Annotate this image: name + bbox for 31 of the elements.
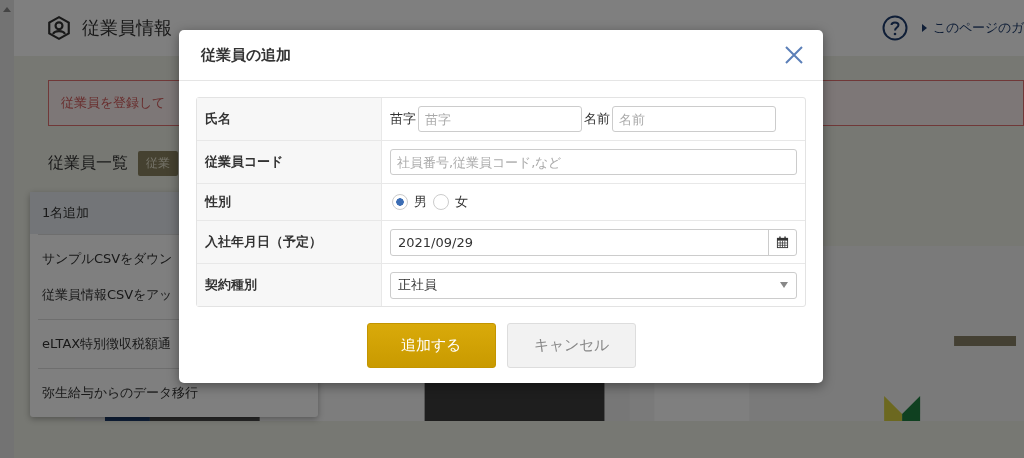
calendar-icon[interactable] [776, 235, 789, 249]
radio-label[interactable]: 女 [455, 193, 468, 211]
field-label: 性別 [197, 184, 382, 220]
caret-icon [922, 24, 927, 32]
alert-text: 従業員を登録して [61, 94, 165, 112]
page-title: 従業員情報 [82, 16, 172, 40]
dropdown-arrow-icon [780, 282, 788, 288]
field-label: 氏名 [197, 98, 382, 140]
text-field[interactable]: 社員番号,従業員コード,など [390, 149, 797, 175]
help-icon[interactable] [882, 15, 908, 41]
cancel-button[interactable]: キャンセル [506, 323, 636, 368]
person-icon [46, 15, 72, 41]
add-button[interactable]: 追加する [366, 323, 496, 368]
date-field[interactable]: 2021/09/29 [390, 228, 797, 256]
radio-button[interactable] [433, 194, 449, 210]
text-field[interactable]: 苗字 [418, 106, 582, 132]
scroll-up-icon[interactable] [3, 7, 11, 12]
radio-button[interactable] [392, 194, 408, 210]
dialog-title: 従業員の追加 [201, 45, 291, 65]
list-heading: 従業員一覧 [48, 152, 128, 174]
close-icon[interactable] [785, 46, 803, 64]
field-label: 入社年月日（予定） [197, 221, 382, 263]
select-field[interactable]: 正社員 [390, 271, 797, 299]
radio-label[interactable]: 男 [414, 193, 427, 211]
field-label: 名前 [584, 110, 610, 128]
field-label: 契約種別 [197, 264, 382, 306]
guide-link[interactable]: このページのガ [933, 19, 1024, 37]
scrollbar[interactable] [0, 0, 14, 458]
field-label: 苗字 [390, 110, 416, 128]
text-field[interactable]: 名前 [612, 106, 776, 132]
field-label: 従業員コード [197, 141, 382, 183]
